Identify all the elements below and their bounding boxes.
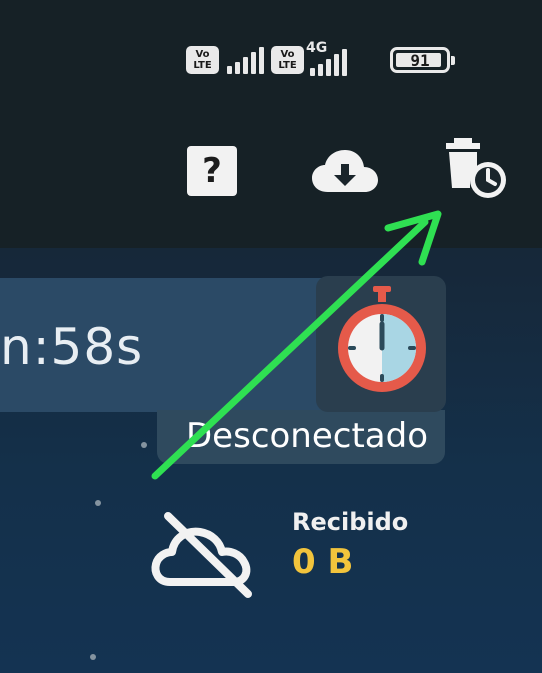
volte-badge-sim2: Vo LTE: [271, 46, 304, 74]
volte-lte: LTE: [193, 60, 212, 71]
volte-badge-sim1: Vo LTE: [186, 46, 219, 74]
battery-icon: 91: [390, 47, 455, 73]
volte-lte: LTE: [278, 60, 297, 71]
status-bar: Vo LTE Vo LTE 4G 91: [186, 40, 455, 78]
network-indicator: 4G: [304, 40, 374, 78]
question-mark-icon: ?: [202, 151, 222, 191]
top-bar: [0, 0, 542, 248]
decorative-dot: [141, 442, 147, 448]
trash-clock-icon[interactable]: [444, 138, 510, 202]
received-value: 0 B: [292, 542, 354, 582]
session-timer: n:58s: [0, 318, 144, 376]
help-button[interactable]: ?: [187, 146, 237, 196]
received-label: Recibido: [292, 508, 409, 536]
connection-status: Desconectado: [186, 416, 429, 456]
signal-bars-sim2-icon: [310, 48, 347, 76]
battery-level: 91: [410, 50, 430, 70]
decorative-dot: [95, 500, 101, 506]
volte-vo: Vo: [280, 49, 295, 60]
volte-vo: Vo: [195, 49, 210, 60]
cloud-off-icon: [151, 512, 252, 598]
stopwatch-icon: [338, 286, 426, 392]
signal-bars-sim1-icon: [227, 46, 264, 74]
decorative-dot: [90, 654, 96, 660]
cloud-download-icon[interactable]: [310, 148, 380, 194]
